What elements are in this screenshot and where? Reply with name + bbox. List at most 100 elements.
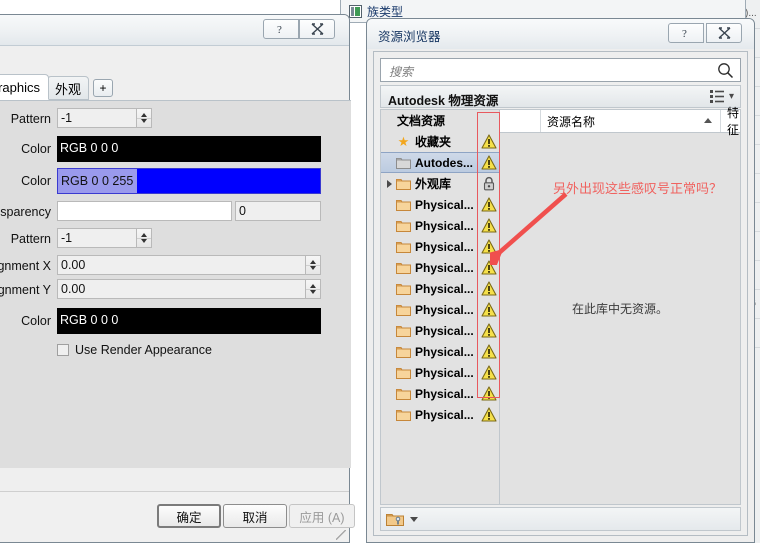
close-glyph	[311, 23, 323, 35]
alignment-y-input[interactable]: 0.00	[57, 279, 306, 299]
warning-icon[interactable]	[481, 155, 497, 170]
warning-icon[interactable]	[481, 302, 497, 317]
folder-orange-icon	[396, 388, 411, 400]
warning-status-icon[interactable]	[481, 365, 497, 380]
tab-add-button[interactable]: +	[93, 79, 113, 97]
warning-icon[interactable]	[481, 281, 497, 296]
warning-icon[interactable]	[481, 134, 497, 149]
tab-add-label: +	[99, 81, 107, 95]
search-placeholder: 搜索	[389, 65, 414, 79]
warning-status-icon[interactable]	[481, 407, 497, 422]
warning-status-icon[interactable]	[481, 386, 497, 401]
color-swatch-1-value: RGB 0 0 0	[60, 141, 119, 155]
help-icon[interactable]: ?	[263, 19, 299, 39]
alignment-y-spinner[interactable]	[306, 279, 321, 299]
ok-button-label: 确定	[176, 510, 202, 525]
column-header-name[interactable]: 资源名称	[540, 110, 720, 132]
lock-status-icon[interactable]	[481, 176, 497, 191]
pattern-1-input[interactable]: -1	[57, 108, 137, 128]
help-glyph: ?	[277, 24, 282, 35]
help-icon[interactable]: ?	[668, 23, 704, 43]
warning-icon[interactable]	[481, 407, 497, 422]
tab-graphics[interactable]: Graphics	[0, 74, 49, 100]
alignment-x-spinner[interactable]	[306, 255, 321, 275]
warning-status-icon[interactable]	[481, 323, 497, 338]
resource-browser-body: 搜索 Autodesk 物理资源 ▾ 文档资源 ★ 收藏夹 Autodes...…	[373, 51, 748, 536]
column-header-name-label: 资源名称	[547, 114, 596, 129]
annotation-text: 另外出现这些感叹号正常吗？	[553, 181, 723, 196]
cancel-button[interactable]: 取消	[223, 504, 287, 528]
color-swatch-2[interactable]: RGB 0 0 255	[57, 168, 321, 194]
resource-list-pane: 资源名称 特征 在此库中无资源。	[500, 106, 740, 504]
folder-orange-icon	[396, 241, 411, 253]
pattern-2-spinner[interactable]	[137, 228, 152, 248]
folder-orange-icon	[396, 367, 411, 379]
use-render-appearance-label: Use Render Appearance	[75, 343, 212, 357]
resize-grip[interactable]	[336, 530, 346, 540]
label-pattern-2: Pattern	[10, 232, 51, 246]
ok-button[interactable]: 确定	[157, 504, 221, 528]
label-color-2: Color	[21, 174, 51, 188]
tree-item-label: 外观库	[415, 177, 452, 191]
form-row-pattern-1: Pattern -1	[0, 108, 351, 130]
tree-item-label: Physical...	[415, 302, 474, 317]
close-icon[interactable]	[299, 19, 335, 39]
graphics-dialog-titlebar[interactable]: ?	[0, 15, 349, 46]
alignment-x-input[interactable]: 0.00	[57, 255, 306, 275]
warning-status-icon[interactable]	[481, 155, 497, 170]
label-color-1: Color	[21, 142, 51, 156]
status-icon-column	[478, 110, 500, 504]
transparency-input[interactable]	[57, 201, 232, 221]
search-icon[interactable]	[717, 62, 734, 79]
search-input[interactable]: 搜索	[380, 58, 741, 82]
resource-tree[interactable]: 文档资源 ★ 收藏夹 Autodes... 外观库 Physical... Physical…	[381, 110, 500, 504]
warning-status-icon[interactable]	[481, 344, 497, 359]
label-color-3: Color	[21, 314, 51, 328]
warning-icon[interactable]	[481, 344, 497, 359]
graphics-dialog: ? Graphics 外观 + Pattern -1	[0, 14, 355, 543]
resource-browser-splitpane: 文档资源 ★ 收藏夹 Autodes... 外观库 Physical... Physical…	[380, 106, 741, 505]
folder-orange-icon	[396, 220, 411, 232]
warning-status-icon[interactable]	[481, 281, 497, 296]
graphics-tabstrip: Graphics 外观 +	[0, 74, 351, 101]
help-glyph: ?	[682, 28, 687, 39]
resource-browser-title: 资源浏览器	[378, 30, 441, 44]
warning-icon[interactable]	[481, 323, 497, 338]
folder-orange-icon	[396, 199, 411, 211]
svg-text:?: ?	[682, 28, 687, 39]
color-swatch-3[interactable]: RGB 0 0 0	[57, 308, 321, 334]
folder-orange-icon	[396, 262, 411, 274]
folder-orange-icon	[396, 220, 411, 232]
lock-icon[interactable]	[481, 176, 497, 191]
warning-status-icon[interactable]	[481, 134, 497, 149]
warning-status-icon[interactable]	[481, 302, 497, 317]
tree-item-label: Physical...	[415, 407, 474, 422]
close-icon[interactable]	[706, 23, 742, 43]
chevron-down-icon[interactable]: ▾	[729, 91, 734, 102]
form-row-alignment-y: Alignment Y 0.00	[0, 279, 351, 301]
folder-tools-icon[interactable]	[386, 512, 404, 526]
transparency-value[interactable]: 0	[235, 201, 321, 221]
pattern-1-spinner[interactable]	[137, 108, 152, 128]
chevron-down-icon[interactable]	[410, 516, 418, 522]
color-swatch-1[interactable]: RGB 0 0 0	[57, 136, 321, 162]
pattern-2-input[interactable]: -1	[57, 228, 137, 248]
warning-icon[interactable]	[481, 386, 497, 401]
sort-ascending-icon	[704, 118, 712, 123]
warning-icon[interactable]	[481, 365, 497, 380]
expand-arrow-icon[interactable]	[385, 179, 396, 188]
tab-graphics-label: Graphics	[0, 79, 41, 95]
tab-appearance[interactable]: 外观	[47, 76, 89, 100]
resource-browser-titlebar[interactable]: 资源浏览器 ?	[367, 19, 754, 49]
use-render-appearance-row[interactable]: Use Render Appearance	[57, 343, 212, 357]
tree-item-label: Physical...	[415, 365, 474, 380]
folder-orange-icon	[396, 178, 411, 190]
apply-button[interactable]: 应用 (A)	[289, 504, 355, 528]
tree-item-label: Physical...	[415, 260, 474, 275]
folder-orange-icon	[396, 262, 411, 274]
view-menu[interactable]: ▾	[709, 90, 734, 103]
column-header-feature[interactable]: 特征	[720, 106, 740, 137]
label-transparency: Transparency	[0, 205, 51, 219]
form-row-alignment-x: Alignment X 0.00	[0, 255, 351, 277]
use-render-appearance-checkbox[interactable]	[57, 344, 69, 356]
